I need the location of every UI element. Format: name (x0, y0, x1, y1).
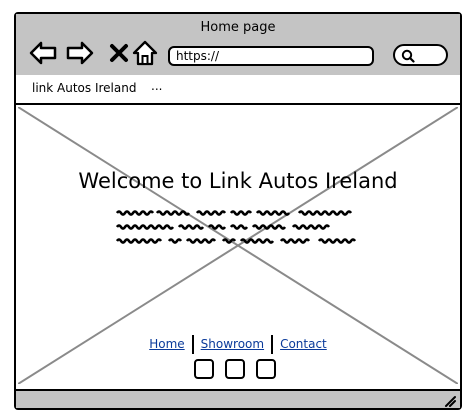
forward-arrow-icon[interactable] (65, 38, 95, 68)
search-icon (401, 49, 415, 63)
title-bar: Home page https:// (16, 14, 460, 77)
placeholder-text-block (115, 210, 357, 244)
resize-grip-icon[interactable] (442, 393, 456, 407)
url-input[interactable]: https:// (168, 46, 374, 66)
link-bar: link Autos Ireland ... (16, 75, 460, 105)
home-icon[interactable] (130, 38, 160, 68)
more-links[interactable]: ... (151, 79, 162, 93)
social-icon-button[interactable] (194, 359, 214, 379)
browser-window: Home page https:// link Autos Ireland ..… (14, 12, 462, 410)
window-title: Home page (200, 20, 276, 35)
footer-nav: Home Showroom Contact (18, 335, 458, 354)
link-autos-ireland-link[interactable]: link Autos Ireland (32, 81, 136, 95)
back-arrow-icon[interactable] (28, 38, 58, 68)
status-bar (16, 389, 460, 408)
nav-link-showroom[interactable]: Showroom (194, 337, 271, 351)
social-icon-button[interactable] (225, 359, 245, 379)
page-title: Welcome to Link Autos Ireland (78, 169, 398, 193)
social-icon-button[interactable] (256, 359, 276, 379)
search-field[interactable] (393, 44, 448, 66)
nav-link-home[interactable]: Home (142, 337, 191, 351)
page-content: Welcome to Link Autos Ireland Home Showro… (18, 107, 458, 384)
nav-link-contact[interactable]: Contact (273, 337, 334, 351)
